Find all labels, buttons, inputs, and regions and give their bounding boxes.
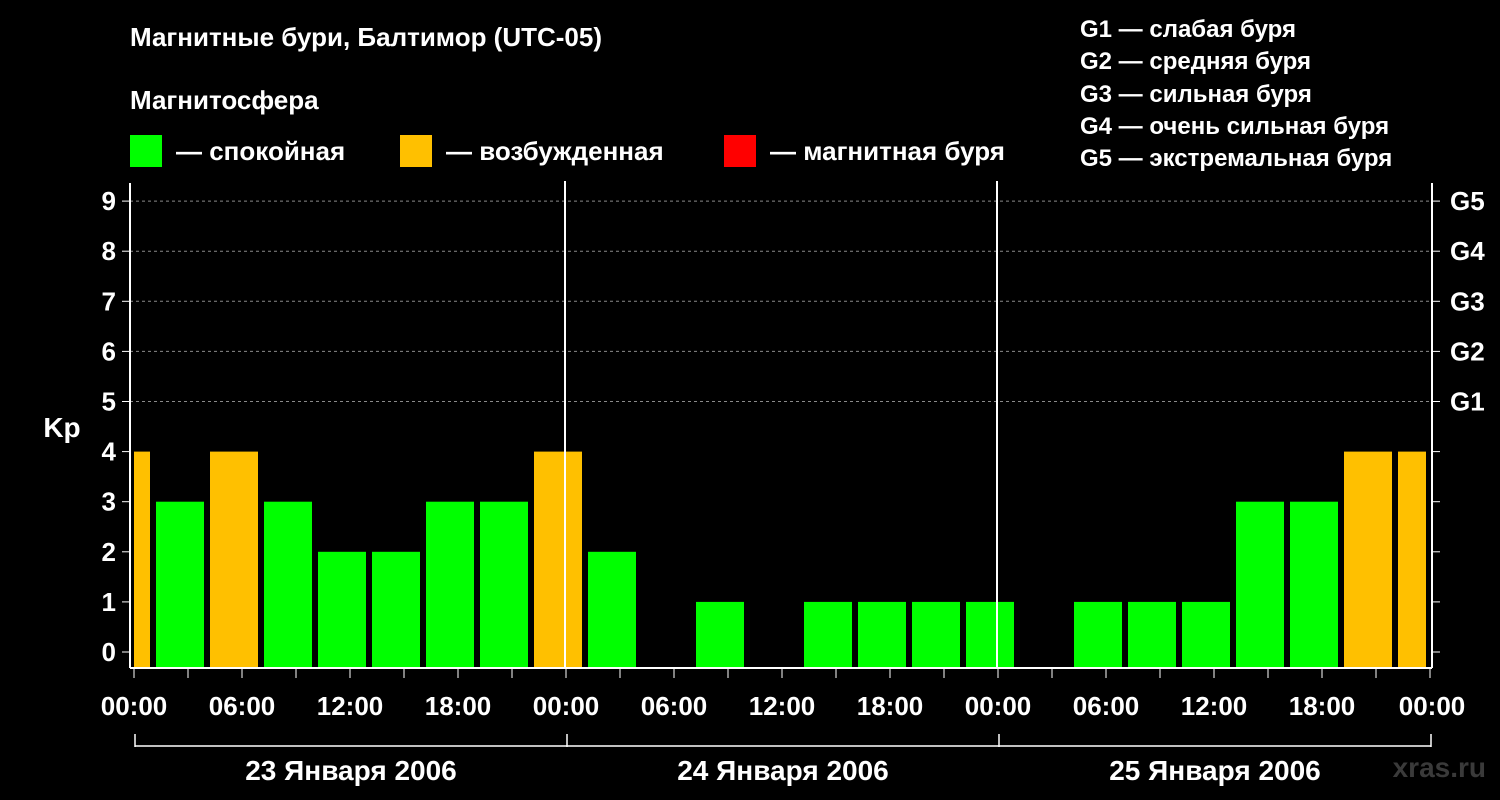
- x-tick-label-2: 12:00: [317, 691, 384, 721]
- y-tick-label-9: 9: [102, 186, 116, 216]
- x-tick-label-8: 00:00: [965, 691, 1032, 721]
- kp-bar-8: [534, 451, 582, 668]
- y-tick-label-4: 4: [102, 437, 117, 467]
- kp-bar-3: [264, 501, 312, 668]
- x-tick-label-1: 06:00: [209, 691, 276, 721]
- day-label-0: 23 Января 2006: [245, 755, 457, 786]
- y-tick-label-8: 8: [102, 236, 116, 266]
- x-tick-label-9: 06:00: [1073, 691, 1140, 721]
- x-tick-label-10: 12:00: [1181, 691, 1248, 721]
- kp-bar-9: [588, 551, 636, 668]
- kp-bar-4: [318, 551, 366, 668]
- kp-bar-22: [1290, 501, 1338, 668]
- x-tick-label-7: 18:00: [857, 691, 924, 721]
- kp-bar-20: [1182, 601, 1230, 668]
- right-label-g3: G3: [1450, 286, 1485, 316]
- y-tick-label-0: 0: [102, 637, 116, 667]
- x-tick-label-0: 00:00: [101, 691, 168, 721]
- kp-bar-11: [696, 601, 744, 668]
- kp-bar-0: [134, 451, 150, 668]
- kp-bar-18: [1074, 601, 1122, 668]
- kp-bar-16: [966, 601, 1014, 668]
- x-tick-label-6: 12:00: [749, 691, 816, 721]
- y-tick-label-2: 2: [102, 537, 116, 567]
- watermark: xras.ru: [1392, 752, 1486, 783]
- kp-bar-14: [858, 601, 906, 668]
- kp-bar-13: [804, 601, 852, 668]
- right-label-g4: G4: [1450, 236, 1485, 266]
- y-tick-label-3: 3: [102, 487, 116, 517]
- kp-bar-19: [1128, 601, 1176, 668]
- kp-bar-21: [1236, 501, 1284, 668]
- x-tick-label-3: 18:00: [425, 691, 492, 721]
- x-tick-label-4: 00:00: [533, 691, 600, 721]
- kp-bar-5: [372, 551, 420, 668]
- kp-bar-6: [426, 501, 474, 668]
- y-axis-label: Kp: [43, 412, 80, 443]
- y-tick-label-5: 5: [102, 387, 116, 417]
- day-label-2: 25 Января 2006: [1109, 755, 1321, 786]
- kp-chart: 0 1 2 3 4 5 6 7 8 9 G1 G2 G3 G4 G5 Kp 00:00 06:00 12:00 18:…: [43, 181, 1485, 786]
- right-label-g2: G2: [1450, 336, 1485, 366]
- kp-bar-1: [156, 501, 204, 668]
- day-label-1: 24 Января 2006: [677, 755, 889, 786]
- right-label-g1: G1: [1450, 387, 1485, 417]
- y-tick-label-7: 7: [102, 286, 116, 316]
- kp-bar-2: [210, 451, 258, 668]
- y-tick-label-6: 6: [102, 336, 116, 366]
- x-tick-label-12: 00:00: [1399, 691, 1466, 721]
- kp-bar-7: [480, 501, 528, 668]
- kp-bar-15: [912, 601, 960, 668]
- kp-bar-23: [1344, 451, 1392, 668]
- y-tick-label-1: 1: [102, 587, 116, 617]
- right-label-g5: G5: [1450, 186, 1485, 216]
- x-tick-label-11: 18:00: [1289, 691, 1356, 721]
- x-tick-label-5: 06:00: [641, 691, 708, 721]
- kp-bar-24: [1398, 451, 1426, 668]
